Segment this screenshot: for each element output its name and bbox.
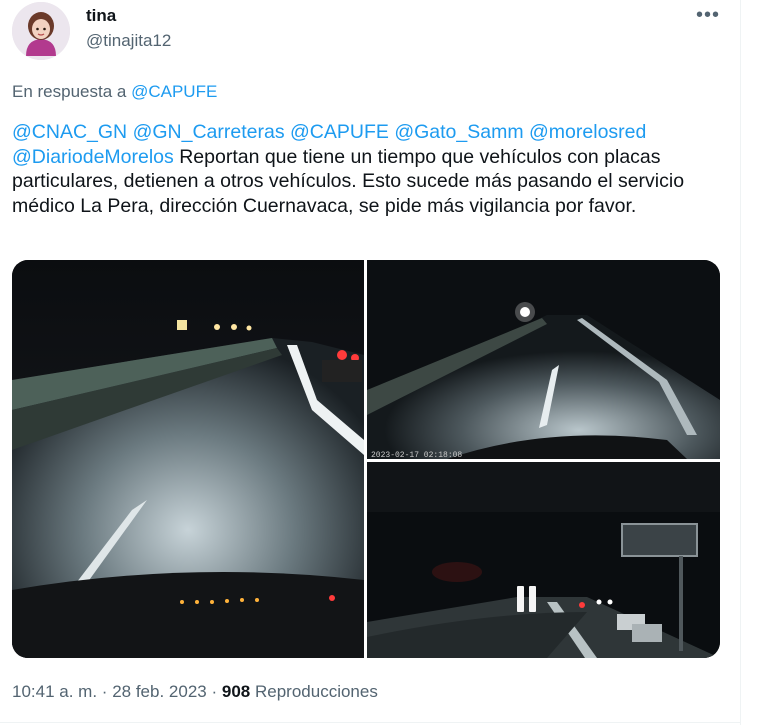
reply-prefix: En respuesta a <box>12 82 127 101</box>
mention-link[interactable]: @CAPUFE <box>290 121 389 143</box>
tweet-text: @CNAC_GN @GN_Carreteras @CAPUFE @Gato_Sa… <box>12 120 727 218</box>
tweet-date[interactable]: 28 feb. 2023 <box>112 682 207 701</box>
mention-link[interactable]: @Gato_Samm <box>394 121 523 143</box>
media-video[interactable] <box>367 462 720 658</box>
media-image-1[interactable] <box>12 260 364 658</box>
reply-to-link[interactable]: @CAPUFE <box>131 82 217 101</box>
views-label: Reproducciones <box>254 682 378 701</box>
mention-link[interactable]: @DiariodeMorelos <box>12 146 174 168</box>
pause-icon[interactable] <box>515 586 539 616</box>
avatar[interactable] <box>12 2 70 60</box>
media-grid: 2023-02-17 02:18:08 <box>12 260 720 658</box>
meta-separator: · <box>101 682 108 701</box>
media-image-2[interactable]: 2023-02-17 02:18:08 <box>367 260 720 459</box>
more-horizontal-icon[interactable]: ••• <box>696 4 720 27</box>
author-handle[interactable]: @tinajita12 <box>86 31 171 51</box>
mention-link[interactable]: @GN_Carreteras <box>133 121 285 143</box>
meta-separator: · <box>211 682 218 701</box>
mention-link[interactable]: @morelosred <box>529 121 646 143</box>
tweet-time[interactable]: 10:41 a. m. <box>12 682 97 701</box>
video-timestamp: 2023-02-17 02:18:08 <box>371 451 462 459</box>
column-divider <box>740 0 741 725</box>
mention-link[interactable]: @CNAC_GN <box>12 121 127 143</box>
views-count: 908 <box>221 682 251 701</box>
tweet-meta: 10:41 a. m. · 28 feb. 2023 · 908 Reprodu… <box>12 682 378 702</box>
author-name[interactable]: tina <box>86 6 116 26</box>
divider <box>0 722 740 723</box>
reply-context: En respuesta a @CAPUFE <box>12 82 217 102</box>
